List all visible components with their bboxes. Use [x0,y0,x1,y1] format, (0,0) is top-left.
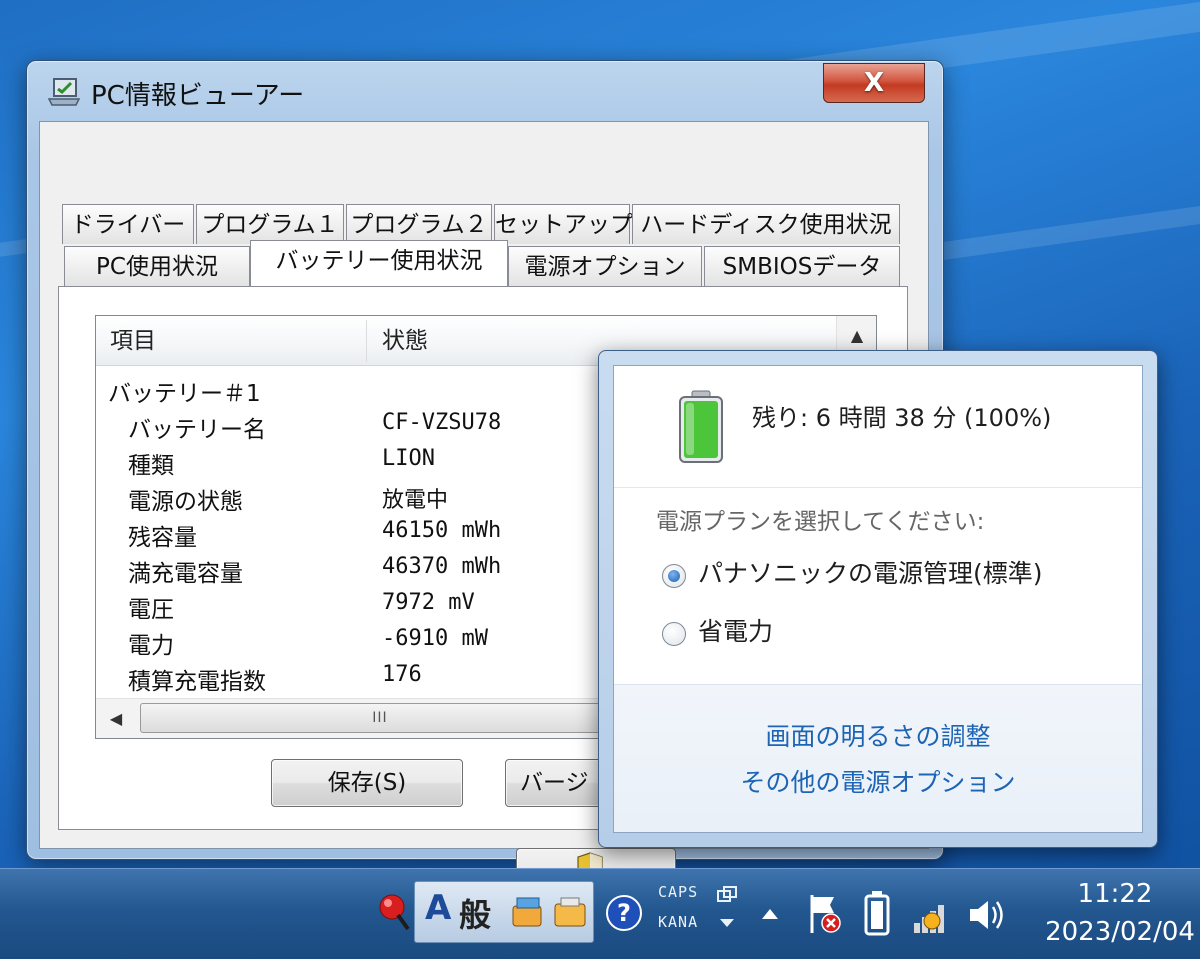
ime-input-mode[interactable]: A [425,888,451,928]
plan-label: 省電力 [698,617,774,646]
row-key: 満充電容量 [128,561,243,587]
tab-smbios-data[interactable]: SMBIOSデータ [704,246,900,286]
ime-dropdown-icon[interactable] [716,915,738,931]
action-center-flag-icon[interactable] [804,891,844,937]
brightness-link[interactable]: 画面の明るさの調整 [614,717,1142,753]
tab-harddisk-usage[interactable]: ハードディスク使用状況 [632,204,900,244]
wallpaper-streak [900,191,1200,267]
row-key: 種類 [128,453,174,479]
ime-window-icon[interactable] [716,885,738,907]
row-value: LION [382,446,435,471]
security-pin-icon[interactable] [374,891,414,935]
battery-icon [679,390,723,463]
laptop-icon [47,78,81,106]
battery-status-section: 残り: 6 時間 38 分 (100%) [614,366,1142,488]
row-value: 46370 mWh [382,554,502,579]
radio-unselected-icon[interactable] [662,622,686,646]
show-hidden-icons-chevron-icon[interactable] [758,903,782,923]
horizontal-scroll-thumb[interactable]: III [140,703,620,733]
scroll-left-arrow-icon[interactable]: ◀ [96,699,136,738]
more-power-options-link[interactable]: その他の電源オプション [614,763,1142,799]
close-button[interactable]: X [823,63,925,103]
row-value: 176 [382,662,422,687]
window-title: PC情報ビューアー [91,81,305,111]
battery-remaining-text: 残り: 6 時間 38 分 (100%) [752,404,1052,432]
row-value: 46150 mWh [382,518,502,543]
taskbar: A 般 ? CAPS KANA 11:22 2023/02/04 [0,868,1200,959]
tab-program2[interactable]: プログラム２ [346,204,492,244]
plan-label: パナソニックの電源管理(標準) [698,559,1043,588]
ime-tool-icon[interactable] [509,894,547,930]
tab-power-options[interactable]: 電源オプション [508,246,702,286]
tab-program1[interactable]: プログラム１ [196,204,344,244]
group-label: バッテリー＃1 [108,381,261,407]
clock-time[interactable]: 11:22 [1040,879,1190,909]
save-button[interactable]: 保存(S) [271,759,463,807]
battery-tray-icon[interactable] [862,889,892,939]
row-value: CF-VZSU78 [382,410,502,435]
ime-toolbar[interactable]: A 般 [414,881,594,943]
row-key: 電源の状態 [128,489,243,515]
clock-date[interactable]: 2023/02/04 [1040,917,1200,947]
volume-speaker-icon[interactable] [966,893,1010,937]
tab-pc-usage[interactable]: PC使用状況 [64,246,250,286]
row-value: 7972 mV [382,590,475,615]
row-key: 積算充電指数 [128,669,266,695]
row-key: 電力 [128,633,174,659]
row-key: 残容量 [128,525,197,551]
column-header-status[interactable]: 状態 [382,316,428,366]
flyout-links: 画面の明るさの調整 その他の電源オプション [614,684,1142,832]
row-value: 放電中 [382,488,449,513]
caps-indicator: CAPS [658,883,699,901]
tab-battery-usage[interactable]: バッテリー使用状況 [250,240,508,286]
radio-selected-icon[interactable] [662,564,686,588]
scroll-up-arrow-icon[interactable]: ▲ [837,318,876,354]
ime-pad-icon[interactable] [551,894,589,930]
row-value: -6910 mW [382,626,488,651]
power-plan-label: 電源プランを選択してください: [656,509,985,535]
help-icon[interactable]: ? [604,893,644,933]
scroll-grip: III [372,710,388,726]
svg-text:?: ? [617,899,631,927]
row-key: 電圧 [128,597,174,623]
ime-conversion-mode[interactable]: 般 [459,890,491,936]
flyout-content: 残り: 6 時間 38 分 (100%) 電源プランを選択してください: パナソ… [613,365,1143,833]
network-signal-icon[interactable] [910,893,954,937]
battery-flyout: 残り: 6 時間 38 分 (100%) 電源プランを選択してください: パナソ… [598,350,1158,848]
kana-indicator: KANA [658,913,699,931]
column-separator[interactable] [366,320,367,362]
row-key: バッテリー名 [128,417,266,443]
tab-setup[interactable]: セットアップ [494,204,633,244]
tab-driver[interactable]: ドライバー [62,204,194,244]
column-header-item[interactable]: 項目 [110,316,156,366]
